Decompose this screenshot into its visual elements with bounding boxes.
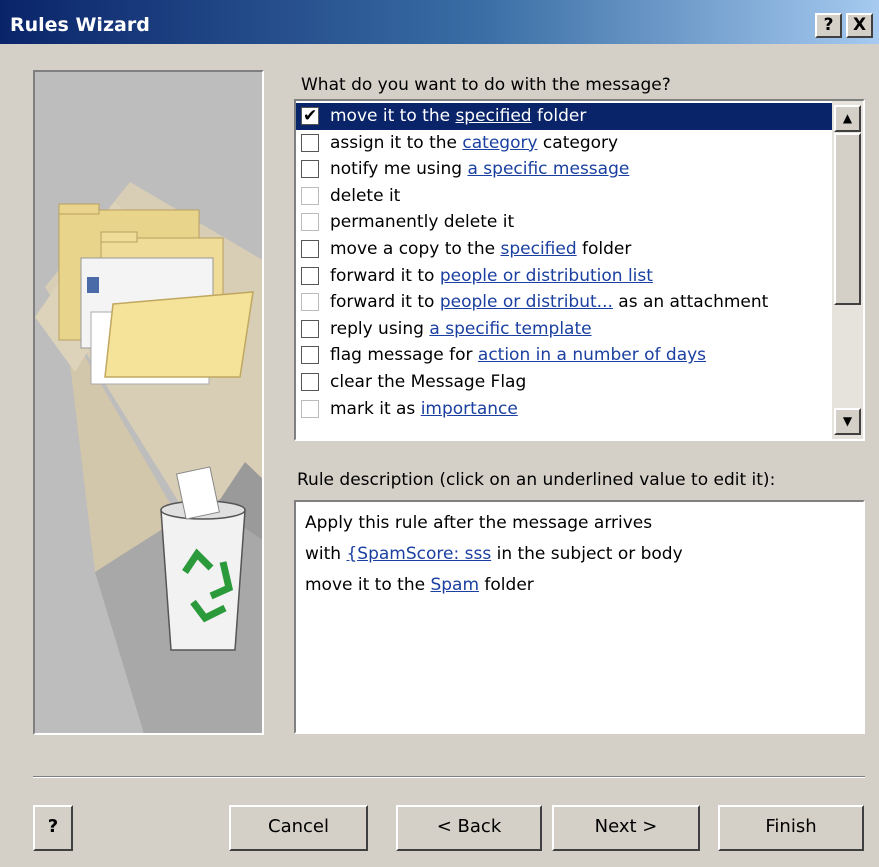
checkbox-icon[interactable] — [301, 103, 319, 129]
action-row[interactable]: reply using a specific template — [296, 316, 833, 343]
rule-description-box[interactable]: Apply this rule after the message arrive… — [294, 500, 865, 734]
description-text-suffix: folder — [479, 575, 534, 595]
finish-button[interactable]: Finish — [718, 805, 864, 851]
description-line: move it to the Spam folder — [305, 570, 863, 601]
action-row[interactable]: forward it to people or distribut... as … — [296, 289, 833, 316]
action-text: delete it — [330, 185, 401, 206]
action-link[interactable]: a specific message — [467, 159, 629, 179]
action-link[interactable]: people or distribut... — [440, 292, 613, 312]
description-link[interactable]: {SpamScore: sss — [346, 544, 491, 564]
scroll-down-button[interactable]: ▼ — [834, 408, 861, 435]
action-link[interactable]: specified — [500, 239, 576, 259]
wizard-illustration-panel — [33, 70, 264, 735]
checkbox-icon[interactable] — [301, 186, 319, 205]
checkbox-icon[interactable] — [301, 160, 319, 179]
description-line: Apply this rule after the message arrive… — [305, 508, 863, 539]
actions-prompt-label: What do you want to do with the message? — [301, 75, 671, 95]
checkbox-icon[interactable] — [301, 319, 319, 338]
action-row[interactable]: delete it — [296, 183, 833, 210]
action-text: forward it to — [330, 292, 440, 313]
action-row[interactable]: mark it as importance — [296, 396, 833, 423]
checkbox-icon[interactable] — [301, 399, 319, 418]
scroll-up-button[interactable]: ▲ — [834, 105, 861, 132]
scroll-thumb[interactable] — [834, 133, 861, 305]
actions-scrollbar[interactable]: ▲ ▼ — [832, 101, 863, 439]
checkbox-icon[interactable] — [301, 372, 319, 391]
action-text-suffix: folder — [531, 106, 587, 126]
action-text-suffix: as an attachment — [612, 292, 769, 313]
next-button[interactable]: Next > — [552, 805, 700, 851]
action-link[interactable]: importance — [421, 399, 518, 419]
checkbox-icon[interactable] — [301, 213, 319, 232]
checkbox-icon[interactable] — [301, 133, 319, 152]
action-row[interactable]: notify me using a specific message — [296, 156, 833, 183]
window-title: Rules Wizard — [10, 14, 150, 36]
actions-list[interactable]: move it to the specified folderassign it… — [294, 99, 865, 441]
description-text: with — [305, 544, 347, 564]
description-link[interactable]: Spam — [430, 575, 479, 595]
description-text: Apply this rule after the message arrive… — [305, 513, 653, 533]
checkbox-icon[interactable] — [301, 346, 319, 365]
action-text: permanently delete it — [330, 212, 515, 233]
description-text: move it to the — [305, 575, 431, 595]
action-link[interactable]: category — [462, 133, 537, 153]
action-row[interactable]: forward it to people or distribution lis… — [296, 263, 833, 290]
action-text: assign it to the — [330, 132, 463, 153]
checkbox-icon[interactable] — [301, 239, 319, 258]
title-help-button[interactable]: ? — [815, 13, 842, 38]
title-bar: Rules Wizard ? X — [0, 0, 879, 44]
action-text: forward it to — [330, 265, 440, 286]
action-link[interactable]: people or distribution list — [440, 266, 653, 286]
description-text-suffix: in the subject or body — [491, 544, 683, 564]
action-link[interactable]: a specific template — [429, 319, 591, 339]
action-text: move a copy to the — [330, 238, 501, 259]
action-text: notify me using — [330, 159, 468, 180]
close-button[interactable]: X — [846, 13, 873, 38]
checkbox-icon[interactable] — [301, 266, 319, 285]
action-row[interactable]: move it to the specified folder — [296, 103, 833, 130]
rule-description-label: Rule description (click on an underlined… — [297, 470, 776, 490]
action-row[interactable]: move a copy to the specified folder — [296, 236, 833, 263]
action-row[interactable]: assign it to the category category — [296, 130, 833, 157]
checkbox-icon[interactable] — [301, 293, 319, 312]
action-text: flag message for — [330, 345, 478, 366]
back-button[interactable]: < Back — [396, 805, 542, 851]
action-text: mark it as — [330, 398, 421, 419]
action-text: clear the Message Flag — [330, 371, 527, 392]
action-link[interactable]: specified — [455, 106, 531, 126]
action-text-suffix: folder — [576, 238, 632, 259]
description-line: with {SpamScore: sss in the subject or b… — [305, 539, 863, 570]
folders-and-recycle-bin-illustration — [35, 182, 262, 733]
action-text-suffix: category — [537, 132, 619, 153]
action-text: reply using — [330, 318, 430, 339]
action-row[interactable]: permanently delete it — [296, 209, 833, 236]
action-link[interactable]: action in a number of days — [478, 345, 706, 365]
action-row[interactable]: flag message for action in a number of d… — [296, 342, 833, 369]
action-row[interactable]: clear the Message Flag — [296, 369, 833, 396]
help-button[interactable]: ? — [33, 805, 73, 851]
divider — [33, 776, 865, 778]
cancel-button[interactable]: Cancel — [229, 805, 368, 851]
action-text: move it to the — [330, 106, 456, 126]
